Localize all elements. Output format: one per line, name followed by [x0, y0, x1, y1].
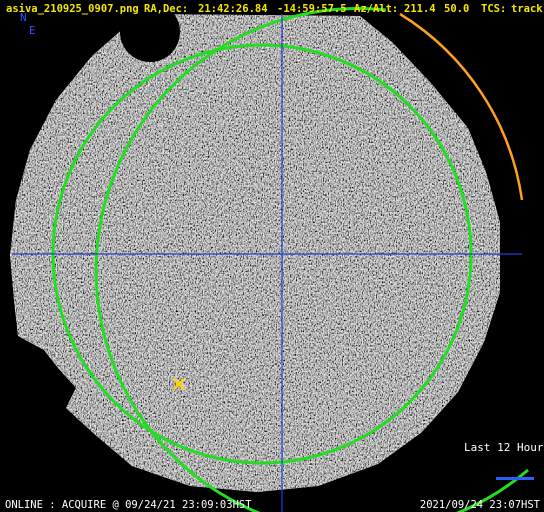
header-alt: 50.0	[444, 3, 470, 15]
header-tcs-state: track	[511, 3, 543, 15]
status-line: ONLINE : ACQUIRE @ 09/24/21 23:09:03HST	[5, 499, 252, 511]
header-ra: 21:42:26.84	[198, 3, 268, 15]
legend-line	[496, 477, 534, 480]
timestamp: 2021/09/24 23:07HST	[419, 499, 540, 511]
legend-label: Last 12 Hours	[464, 441, 544, 454]
compass-east: E	[29, 24, 36, 37]
header-radec-label: RA,Dec:	[144, 3, 189, 15]
header-azalt-label: Az/Alt:	[354, 3, 399, 15]
sky-image-region	[10, 14, 500, 492]
header-tcs-label: TCS:	[481, 3, 507, 15]
header-az: 211.4	[404, 3, 436, 15]
header-dec: -14:59:57.5	[277, 3, 347, 15]
compass-north: N	[20, 11, 27, 24]
all-sky-camera-image	[10, 2, 529, 512]
